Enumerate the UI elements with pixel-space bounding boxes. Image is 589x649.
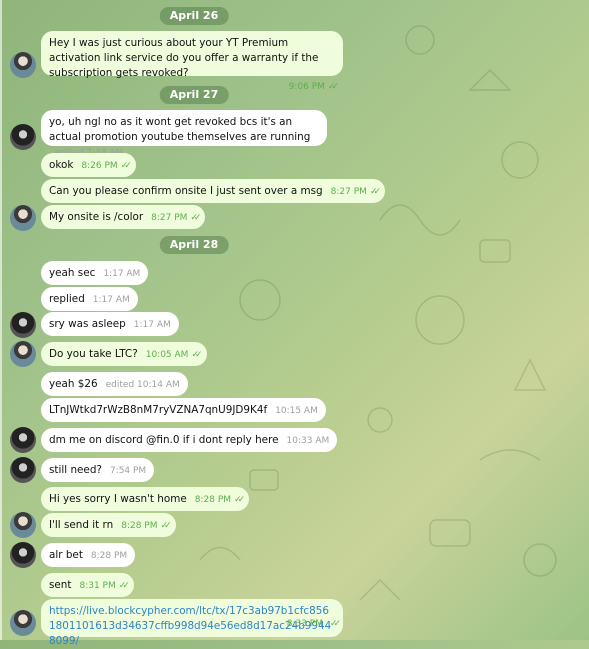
message-time: 8:28 PM: [194, 495, 232, 505]
date-separator: April 27: [159, 86, 229, 104]
message-bubble[interactable]: still need? 7:54 PM: [41, 458, 155, 482]
message-text: Hey I was just curious about your YT Pre…: [49, 37, 319, 79]
message-text: yeah sec: [49, 267, 96, 279]
message-time: 8:33 PM: [286, 619, 323, 629]
double-check-icon: ✓✓: [329, 619, 341, 629]
message-bubble[interactable]: replied 1:17 AM: [41, 287, 138, 311]
message-time: edited 10:14 AM: [105, 380, 180, 390]
message-bubble[interactable]: sent 8:31 PM ✓✓: [41, 573, 134, 597]
message-time: 7:54 PM: [109, 466, 147, 476]
message-text: okok: [49, 159, 74, 171]
double-check-icon: ✓✓: [190, 213, 201, 223]
message-bubble[interactable]: yeah $26 edited 10:14 AM: [41, 372, 188, 396]
message-time: 10:15 AM: [275, 406, 318, 416]
message-text: Can you please confirm onsite I just sen…: [49, 185, 323, 197]
contact-avatar[interactable]: [10, 312, 36, 338]
contact-avatar[interactable]: [10, 124, 36, 150]
user-avatar[interactable]: [10, 610, 36, 636]
double-check-icon: ✓✓: [120, 161, 132, 171]
chat-history[interactable]: April 26 Hey I was just curious about yo…: [0, 0, 589, 647]
message-text: yo, uh ngl no as it wont get revoked bcs…: [49, 116, 311, 143]
message-time: 1:17 AM: [133, 320, 171, 330]
double-check-icon: ✓✓: [160, 521, 172, 531]
message-bubble[interactable]: Hey I was just curious about your YT Pre…: [41, 31, 343, 92]
message-text: yeah $26: [49, 378, 98, 390]
message-time: 1:17 AM: [103, 269, 141, 279]
message-bubble[interactable]: okok 8:26 PM ✓✓: [41, 153, 136, 177]
message-bubble[interactable]: Can you please confirm onsite I just sen…: [41, 179, 386, 203]
user-avatar[interactable]: [10, 205, 36, 231]
message-text: sry was asleep: [49, 318, 126, 330]
message-bubble[interactable]: yeah sec 1:17 AM: [41, 261, 149, 285]
message-time: 8:27 PM: [151, 213, 188, 223]
contact-avatar[interactable]: [10, 457, 36, 483]
message-time: 8:26 PM: [81, 161, 118, 171]
user-avatar[interactable]: [10, 512, 36, 538]
double-check-icon: ✓✓: [191, 350, 202, 360]
message-bubble[interactable]: alr bet 8:28 PM: [41, 543, 136, 567]
message-text: dm me on discord @fin.0 if i dont reply …: [49, 434, 279, 446]
message-time: 1:17 AM: [92, 295, 130, 305]
message-bubble[interactable]: https://live.blockcypher.com/ltc/tx/17c3…: [41, 599, 343, 647]
message-text: LTnJWtkd7rWzB8nM7ryVZNA7qnU9JD9K4f: [49, 404, 268, 416]
message-bubble[interactable]: yo, uh ngl no as it wont get revoked bcs…: [41, 110, 327, 158]
message-time: 8:28 PM: [121, 521, 158, 531]
message-text: sent: [49, 579, 72, 591]
message-bubble[interactable]: sry was asleep 1:17 AM: [41, 312, 179, 336]
message-time: 8:31 PM: [79, 581, 116, 591]
message-time: 8:28 PM: [90, 551, 128, 561]
message-text: I'll send it rn: [49, 519, 114, 531]
date-separator: April 28: [159, 236, 229, 254]
message-text: My onsite is /color: [49, 211, 144, 223]
message-text: Do you take LTC?: [49, 348, 138, 360]
message-bubble[interactable]: dm me on discord @fin.0 if i dont reply …: [41, 428, 338, 452]
message-text: still need?: [49, 464, 102, 476]
double-check-icon: ✓✓: [369, 187, 381, 197]
contact-avatar[interactable]: [10, 427, 36, 453]
double-check-icon: ✓✓: [327, 82, 339, 92]
user-avatar[interactable]: [10, 52, 36, 78]
double-check-icon: ✓✓: [118, 581, 130, 591]
message-time: 8:27 PM: [330, 187, 367, 197]
message-bubble[interactable]: LTnJWtkd7rWzB8nM7ryVZNA7qnU9JD9K4f 10:15 …: [41, 398, 326, 422]
double-check-icon: ✓✓: [234, 495, 245, 505]
message-bubble[interactable]: My onsite is /color 8:27 PM ✓✓: [41, 205, 206, 229]
message-bubble[interactable]: I'll send it rn 8:28 PM ✓✓: [41, 513, 176, 537]
user-avatar[interactable]: [10, 341, 36, 367]
date-separator: April 26: [159, 7, 229, 25]
message-text: Hi yes sorry I wasn't home: [49, 493, 187, 505]
message-time: 10:05 AM: [145, 350, 189, 360]
contact-avatar[interactable]: [10, 542, 36, 568]
message-text: alr bet: [49, 549, 83, 561]
message-bubble[interactable]: Do you take LTC? 10:05 AM ✓✓: [41, 342, 207, 366]
message-bubble[interactable]: Hi yes sorry I wasn't home 8:28 PM ✓✓: [41, 487, 250, 511]
message-time: 9:06 PM: [288, 82, 325, 92]
message-text: replied: [49, 293, 85, 305]
message-time: 10:33 AM: [286, 436, 330, 446]
